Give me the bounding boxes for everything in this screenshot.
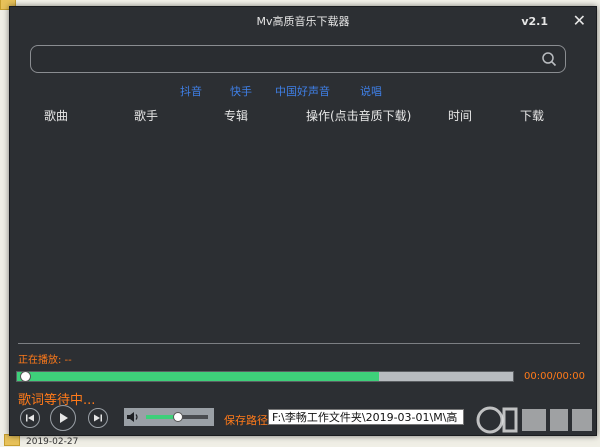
column-album: 专辑 [224,109,249,123]
close-button[interactable]: ✕ [573,11,586,30]
column-singer: 歌手 [134,109,159,123]
app-window: Mv高质音乐下载器 v2.1 ✕ 抖音 快手 中国好声音 说唱 歌曲 歌手 专辑… [9,6,597,436]
time-display: 00:00/00:00 [524,371,586,382]
category-tabs: 抖音 快手 中国好声音 说唱 [10,83,596,99]
column-time: 时间 [448,109,473,123]
prev-icon [26,414,34,422]
next-button[interactable] [88,408,108,428]
column-song: 歌曲 [44,109,69,123]
column-download: 下载 [520,109,545,123]
version-label: v2.1 [521,15,548,28]
volume-handle[interactable] [173,412,183,422]
progress-handle[interactable] [20,371,31,382]
speaker-icon[interactable] [126,410,140,424]
playback-progress-bar[interactable] [16,371,514,382]
tab-douyin[interactable]: 抖音 [180,83,202,99]
next-icon [94,414,102,422]
watermark-logo [476,406,592,434]
tab-voice-of-china[interactable]: 中国好声音 [275,83,330,99]
save-path-field[interactable]: F:\李畅工作文件夹\2019-03-01\M\高 [268,409,464,425]
volume-control[interactable] [124,408,214,426]
tab-rap[interactable]: 说唱 [360,83,382,99]
tab-kuaishou[interactable]: 快手 [230,83,252,99]
results-list [18,127,588,339]
previous-button[interactable] [20,408,40,428]
play-icon [60,413,68,423]
volume-slider[interactable] [146,412,208,422]
now-playing-label: 正在播放: -- [18,355,72,366]
search-icon[interactable] [541,51,557,67]
column-actions: 操作(点击音质下载) [306,109,412,123]
search-input[interactable] [39,49,533,71]
search-box[interactable] [30,45,566,73]
play-button[interactable] [50,405,76,431]
progress-fill [17,372,380,381]
window-title: Mv高质音乐下载器 [256,15,350,28]
desktop-item-label: 2019-02-27 [26,437,79,447]
save-path-label: 保存路径 [224,414,268,427]
titlebar[interactable]: Mv高质音乐下载器 v2.1 ✕ [10,7,596,31]
table-header: 歌曲 歌手 专辑 操作(点击音质下载) 时间 下载 [10,107,596,125]
divider [18,343,580,344]
